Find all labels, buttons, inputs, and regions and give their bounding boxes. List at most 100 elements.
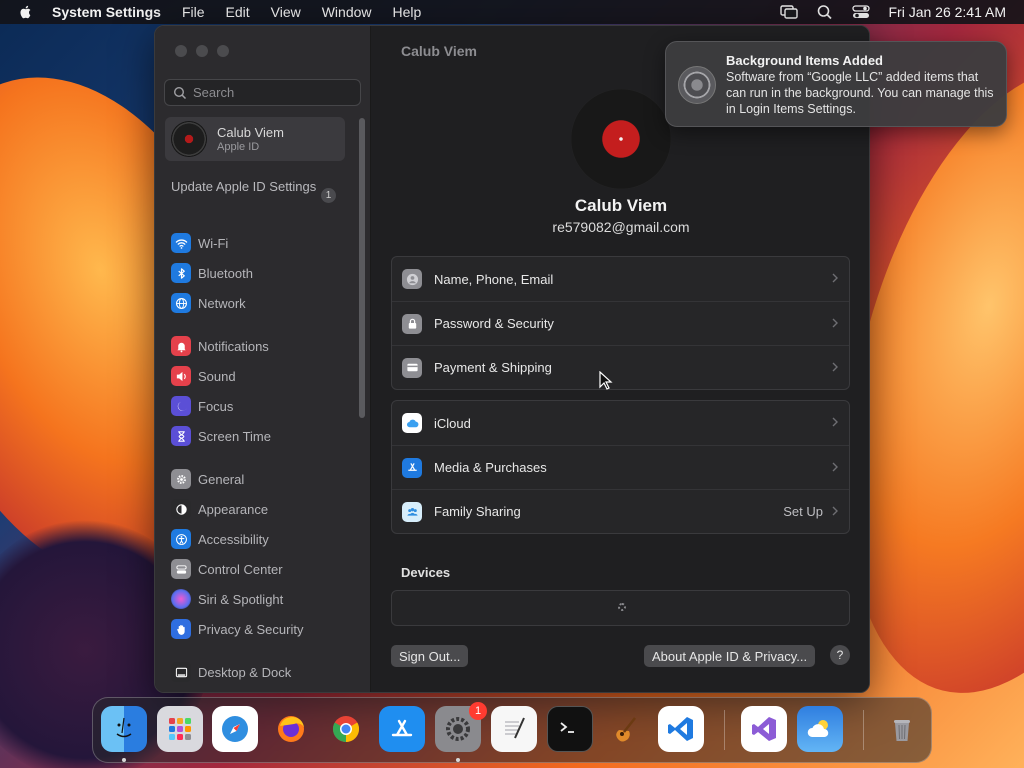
- sidebar-item-desktop-dock[interactable]: Desktop & Dock: [171, 661, 351, 683]
- launchpad-icon[interactable]: [157, 706, 203, 752]
- about-apple-id-privacy-button[interactable]: About Apple ID & Privacy...: [644, 645, 816, 667]
- menu-help[interactable]: Help: [393, 4, 422, 20]
- family-sharing-status: Set Up: [783, 504, 823, 519]
- running-indicator: [456, 758, 460, 762]
- row-password-security[interactable]: Password & Security: [392, 301, 849, 345]
- sidebar-item-label: Network: [198, 295, 246, 311]
- notification-title: Background Items Added: [726, 53, 883, 68]
- running-indicator: [122, 758, 126, 762]
- notification-body: Software from “Google LLC” added items t…: [726, 70, 994, 116]
- card-icon: [402, 357, 422, 378]
- app-store-icon: [402, 457, 422, 478]
- row-label: iCloud: [434, 415, 471, 431]
- dock: 1: [92, 697, 932, 763]
- close-window-button[interactable]: [175, 45, 187, 57]
- sidebar: Calub Viem Apple ID Update Apple ID Sett…: [155, 26, 371, 692]
- sidebar-item-general[interactable]: General: [171, 468, 351, 490]
- row-name-phone-email[interactable]: Name, Phone, Email: [392, 257, 849, 301]
- search-field[interactable]: [164, 79, 361, 106]
- firefox-icon[interactable]: [268, 706, 314, 752]
- sidebar-item-siri-spotlight[interactable]: Siri & Spotlight: [171, 588, 351, 610]
- row-icloud[interactable]: iCloud: [392, 401, 849, 445]
- textedit-icon[interactable]: [491, 706, 537, 752]
- globe-icon: [171, 293, 191, 313]
- menu-app-name[interactable]: System Settings: [52, 4, 161, 20]
- garageband-icon[interactable]: [602, 706, 648, 752]
- safari-icon[interactable]: [212, 706, 258, 752]
- sidebar-item-network[interactable]: Network: [171, 292, 351, 314]
- screen-mirroring-icon[interactable]: [780, 4, 799, 20]
- chrome-icon[interactable]: [323, 706, 369, 752]
- notification-banner[interactable]: Background Items Added Software from “Go…: [665, 41, 1007, 127]
- bluetooth-icon: [171, 263, 191, 283]
- help-button[interactable]: ?: [830, 645, 850, 665]
- terminal-icon[interactable]: [547, 706, 593, 752]
- window-controls: [175, 45, 229, 57]
- sidebar-item-screen-time[interactable]: Screen Time: [171, 425, 351, 447]
- sidebar-item-apple-id[interactable]: Calub Viem Apple ID: [165, 117, 345, 161]
- menu-window[interactable]: Window: [322, 4, 372, 20]
- menu-view[interactable]: View: [271, 4, 301, 20]
- finder-icon[interactable]: [101, 706, 147, 752]
- update-apple-id-settings[interactable]: Update Apple ID Settings: [171, 179, 341, 195]
- sidebar-item-wifi[interactable]: Wi-Fi: [171, 232, 351, 254]
- services-group: iCloud Media & Purchases Family Sharing …: [391, 400, 850, 534]
- sidebar-item-bluetooth[interactable]: Bluetooth: [171, 262, 351, 284]
- apple-logo-icon[interactable]: [18, 4, 34, 20]
- visual-studio-icon[interactable]: [741, 706, 787, 752]
- avatar: [171, 121, 207, 157]
- devices-heading: Devices: [401, 565, 451, 580]
- search-input[interactable]: [193, 85, 353, 100]
- control-center-icon[interactable]: [852, 4, 871, 20]
- row-label: Media & Purchases: [434, 460, 547, 475]
- sidebar-scrollbar[interactable]: [359, 118, 365, 418]
- menu-edit[interactable]: Edit: [226, 4, 250, 20]
- sidebar-item-sound[interactable]: Sound: [171, 365, 351, 387]
- weather-icon[interactable]: [797, 706, 843, 752]
- dock-separator: [863, 710, 864, 750]
- sidebar-item-privacy-security[interactable]: Privacy & Security: [171, 618, 351, 640]
- row-payment-shipping[interactable]: Payment & Shipping: [392, 345, 849, 389]
- profile-email: re579082@gmail.com: [552, 219, 690, 235]
- sidebar-item-label: Sound: [198, 368, 236, 384]
- chevron-right-icon: [832, 506, 838, 516]
- search-icon: [173, 86, 187, 99]
- chevron-right-icon: [832, 362, 838, 372]
- sidebar-item-appearance[interactable]: Appearance: [171, 498, 351, 520]
- profile-picture[interactable]: [571, 89, 671, 189]
- spotlight-search-icon[interactable]: [816, 4, 834, 20]
- minimize-window-button[interactable]: [196, 45, 208, 57]
- profile-name: Calub Viem: [574, 196, 668, 215]
- control-center-icon: [171, 559, 191, 579]
- page-title: Calub Viem: [401, 43, 477, 59]
- row-family-sharing[interactable]: Family Sharing Set Up: [392, 489, 849, 533]
- loading-spinner-icon: [618, 603, 626, 611]
- update-count-badge: 1: [321, 188, 336, 203]
- menu-file[interactable]: File: [182, 4, 205, 20]
- chevron-right-icon: [832, 318, 838, 328]
- sidebar-item-label: Siri & Spotlight: [198, 591, 284, 607]
- sidebar-item-label: Desktop & Dock: [198, 664, 292, 680]
- notification-count-badge: 1: [469, 702, 487, 720]
- wifi-icon: [171, 233, 191, 253]
- sign-out-button[interactable]: Sign Out...: [391, 645, 469, 667]
- speaker-icon: [171, 366, 191, 386]
- dock-icon: [171, 662, 191, 682]
- row-media-purchases[interactable]: Media & Purchases: [392, 445, 849, 489]
- sidebar-item-focus[interactable]: Focus: [171, 395, 351, 417]
- chevron-right-icon: [832, 273, 838, 283]
- sidebar-item-accessibility[interactable]: Accessibility: [171, 528, 351, 550]
- accessibility-icon: [171, 529, 191, 549]
- sidebar-item-control-center[interactable]: Control Center: [171, 558, 351, 580]
- sidebar-item-notifications[interactable]: Notifications: [171, 335, 351, 357]
- zoom-window-button[interactable]: [217, 45, 229, 57]
- app-store-icon[interactable]: [379, 706, 425, 752]
- sidebar-item-label: General: [198, 471, 245, 487]
- trash-icon[interactable]: [879, 706, 925, 752]
- sidebar-item-label: Accessibility: [198, 531, 269, 547]
- family-icon: [402, 501, 422, 522]
- menu-bar: System Settings File Edit View Window He…: [0, 0, 1024, 24]
- menu-clock[interactable]: Fri Jan 26 2:41 AM: [888, 4, 1006, 20]
- account-subtitle: Apple ID: [217, 141, 260, 153]
- vscode-icon[interactable]: [658, 706, 704, 752]
